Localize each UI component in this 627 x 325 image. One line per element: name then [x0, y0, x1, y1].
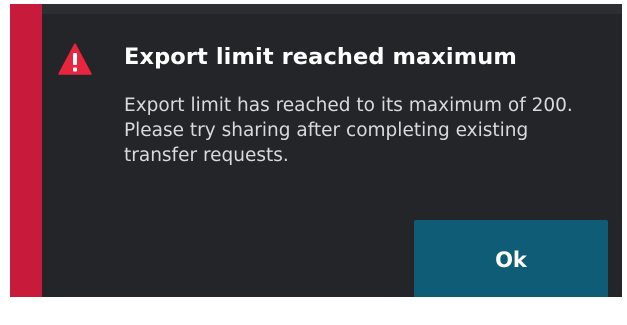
export-limit-dialog: Export limit reached maximum Export limi… [10, 4, 622, 297]
warning-icon [58, 43, 92, 75]
ok-button[interactable]: Ok [414, 220, 608, 297]
error-accent-bar [10, 4, 42, 297]
dialog-title: Export limit reached maximum [124, 44, 517, 70]
dialog-top-strip [10, 4, 622, 14]
screen: Export limit reached maximum Export limi… [0, 0, 627, 325]
dialog-message: Export limit has reached to its maximum … [124, 95, 573, 166]
